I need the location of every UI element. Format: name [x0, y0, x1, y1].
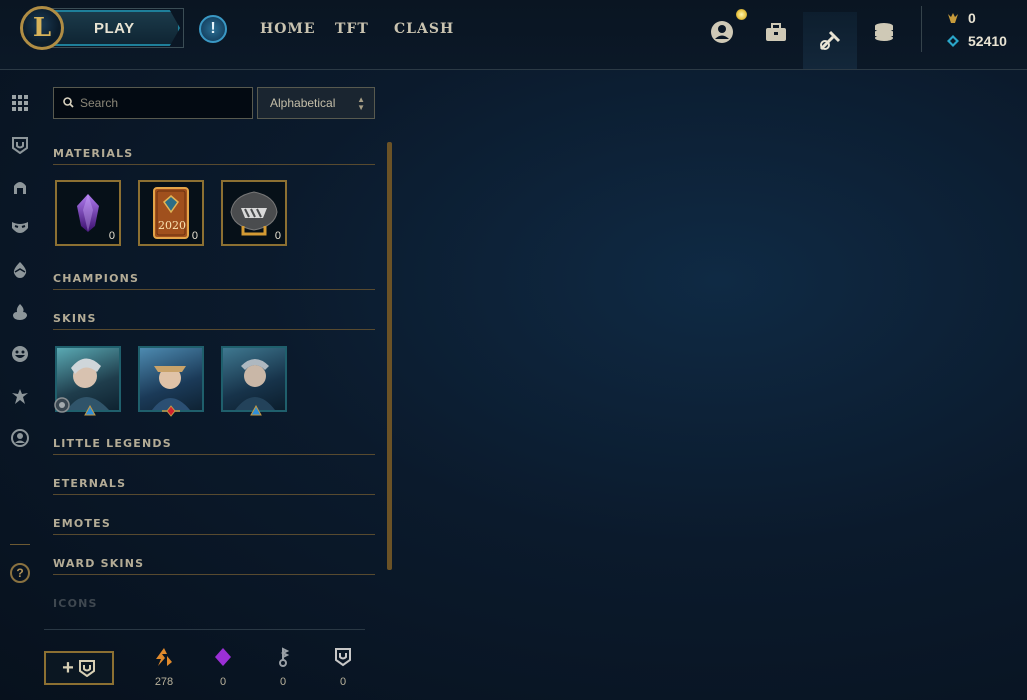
rarity-blue-icon: [250, 405, 262, 416]
section-icons[interactable]: ICONS: [53, 591, 375, 615]
alert-icon[interactable]: !: [199, 15, 227, 43]
section-materials[interactable]: MATERIALS: [53, 141, 375, 165]
key-fragment-icon: [279, 647, 290, 667]
header-divider: [921, 6, 922, 52]
league-logo[interactable]: L: [20, 6, 64, 50]
sidebar-divider: [10, 544, 30, 545]
section-little-legends[interactable]: LITTLE LEGENDS: [53, 431, 375, 455]
rarity-blue-icon: [84, 405, 96, 416]
orange-essence-icon: [156, 648, 172, 666]
profile-icon[interactable]: [702, 12, 742, 52]
sort-value: Alphabetical: [270, 96, 336, 110]
riot-points-balance[interactable]: 52410: [946, 33, 1007, 49]
add-ward-button[interactable]: +: [44, 651, 114, 685]
eternal-icon[interactable]: [9, 385, 31, 407]
sort-dropdown[interactable]: Alphabetical ▲ ▼: [257, 87, 375, 119]
material-tile[interactable]: 0: [221, 180, 287, 246]
ward-token-icon: [335, 648, 351, 667]
material-tile[interactable]: 2020 0: [138, 180, 204, 246]
search-placeholder: Search: [80, 96, 119, 110]
rp-icon: [947, 35, 959, 47]
ward-icon: [78, 660, 95, 677]
chroma-badge-icon: [54, 397, 70, 413]
key-fragment-stat[interactable]: 0: [263, 647, 303, 688]
section-ward-skins[interactable]: WARD SKINS: [53, 551, 375, 575]
footer-divider: [44, 629, 365, 630]
notification-dot: [736, 9, 747, 20]
search-icon: [63, 97, 74, 108]
scrollbar[interactable]: [387, 142, 392, 570]
gem-icon: [215, 648, 231, 666]
collection-icon[interactable]: [756, 12, 796, 52]
help-icon[interactable]: ?: [10, 563, 30, 583]
blue-essence-balance[interactable]: 0: [946, 10, 976, 26]
skin-tile[interactable]: [221, 346, 287, 412]
nav-clash[interactable]: CLASH: [394, 21, 454, 37]
collection-sidebar: ?: [0, 70, 42, 700]
rarity-red-icon: [162, 405, 180, 417]
section-emotes[interactable]: EMOTES: [53, 511, 375, 535]
chevron-updown-icon: ▲ ▼: [357, 95, 365, 112]
loot-icon[interactable]: [803, 12, 857, 69]
mask-icon[interactable]: [9, 217, 31, 239]
essence-icon: [948, 13, 958, 23]
nav-tft[interactable]: TFT: [335, 21, 369, 37]
grid-icon[interactable]: [9, 92, 31, 114]
top-bar: PLAY L ! HOME TFT CLASH 0 52410: [0, 0, 1027, 70]
gem-stat[interactable]: 0: [203, 647, 243, 688]
flame-icon[interactable]: [9, 301, 31, 323]
play-button[interactable]: PLAY: [52, 10, 180, 46]
section-champions[interactable]: CHAMPIONS: [53, 266, 375, 290]
profile-icon[interactable]: [9, 427, 31, 449]
emote-icon[interactable]: [9, 343, 31, 365]
orange-essence-stat[interactable]: 278: [144, 647, 184, 688]
section-eternals[interactable]: ETERNALS: [53, 471, 375, 495]
skin-portrait: [152, 366, 190, 410]
helmet-icon[interactable]: [9, 176, 31, 198]
ward-icon[interactable]: [9, 134, 31, 156]
search-input[interactable]: Search: [53, 87, 253, 119]
material-tile[interactable]: 0: [55, 180, 121, 246]
egg-icon[interactable]: [9, 259, 31, 281]
skin-portrait: [235, 359, 275, 410]
nav-home[interactable]: HOME: [260, 21, 316, 37]
store-icon[interactable]: [864, 12, 904, 52]
ward-token-stat[interactable]: 0: [323, 647, 363, 688]
section-skins[interactable]: SKINS: [53, 306, 375, 330]
skin-tile[interactable]: [138, 346, 204, 412]
event-pass-label: 2020: [158, 219, 186, 232]
